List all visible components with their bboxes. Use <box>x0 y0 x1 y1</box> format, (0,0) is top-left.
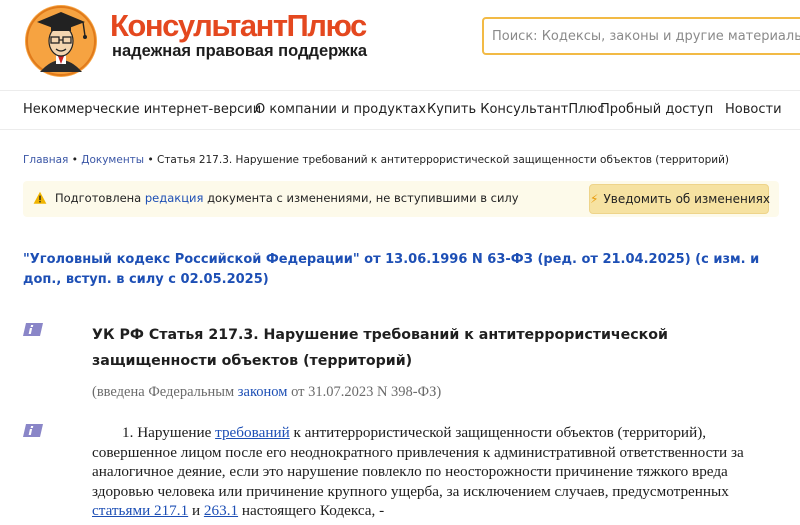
federal-law-link[interactable]: законом <box>238 384 288 400</box>
notify-changes-label: Уведомить об изменениях <box>603 192 770 206</box>
nav-trial-access[interactable]: Пробный доступ <box>600 102 713 117</box>
breadcrumb-separator: • <box>71 154 78 166</box>
paragraph-text: 1. Нарушение <box>122 424 216 441</box>
article-title: УК РФ Статья 217.3. Нарушение требований… <box>92 327 668 369</box>
breadcrumb-separator: • <box>147 154 154 166</box>
edition-link[interactable]: редакция <box>145 191 204 205</box>
info-icon[interactable] <box>23 424 43 437</box>
header: КонсультантПлюс надежная правовая поддер… <box>0 0 800 90</box>
paragraph-text: и <box>188 502 204 519</box>
breadcrumb: Главная • Документы • Статья 217.3. Нару… <box>23 154 729 166</box>
nav-about-company[interactable]: О компании и продуктах <box>255 102 426 117</box>
breadcrumb-home[interactable]: Главная <box>23 154 68 166</box>
edition-notice: Подготовлена редакция документа с измене… <box>23 181 779 217</box>
breadcrumb-documents[interactable]: Документы <box>81 154 144 166</box>
introduced-text-start: (введена Федеральным <box>92 384 238 400</box>
notice-text: Подготовлена редакция документа с измене… <box>55 191 519 205</box>
criminal-code-title-link[interactable]: "Уголовный кодекс Российской Федерации" … <box>23 250 763 290</box>
nav-buy[interactable]: Купить КонсультантПлюс <box>427 102 605 117</box>
notice-text-start: Подготовлена <box>55 191 145 205</box>
brand-tagline: надежная правовая поддержка <box>112 42 368 60</box>
notice-text-end: документа с изменениями, не вступившими … <box>203 191 519 205</box>
breadcrumb-current: Статья 217.3. Нарушение требований к ант… <box>156 154 730 166</box>
introduced-note: (введена Федеральным законом от 31.07.20… <box>92 384 441 401</box>
top-navigation: Некоммерческие интернет-версии О компани… <box>0 90 800 130</box>
paragraph-text: настоящего Кодекса, - <box>238 502 385 519</box>
info-icon[interactable] <box>23 323 43 336</box>
articles-217-1-link[interactable]: статьями 217.1 <box>92 502 188 519</box>
nav-news[interactable]: Новости <box>725 102 782 117</box>
search-input[interactable] <box>482 17 800 55</box>
nav-noncommercial-versions[interactable]: Некоммерческие интернет-версии <box>23 102 261 117</box>
lightning-icon: ⚡ <box>590 192 599 206</box>
notify-changes-button[interactable]: ⚡ Уведомить об изменениях <box>589 184 770 214</box>
logo[interactable] <box>22 2 100 78</box>
introduced-text-end: от 31.07.2023 N 398-ФЗ) <box>287 384 442 400</box>
warning-icon <box>33 191 47 204</box>
article-263-1-link[interactable]: 263.1 <box>204 502 238 519</box>
requirements-link[interactable]: требований <box>215 424 290 441</box>
article-paragraph-1: 1. Нарушение требований к антитеррористи… <box>92 423 782 521</box>
brand-name[interactable]: КонсультантПлюс <box>110 10 367 42</box>
